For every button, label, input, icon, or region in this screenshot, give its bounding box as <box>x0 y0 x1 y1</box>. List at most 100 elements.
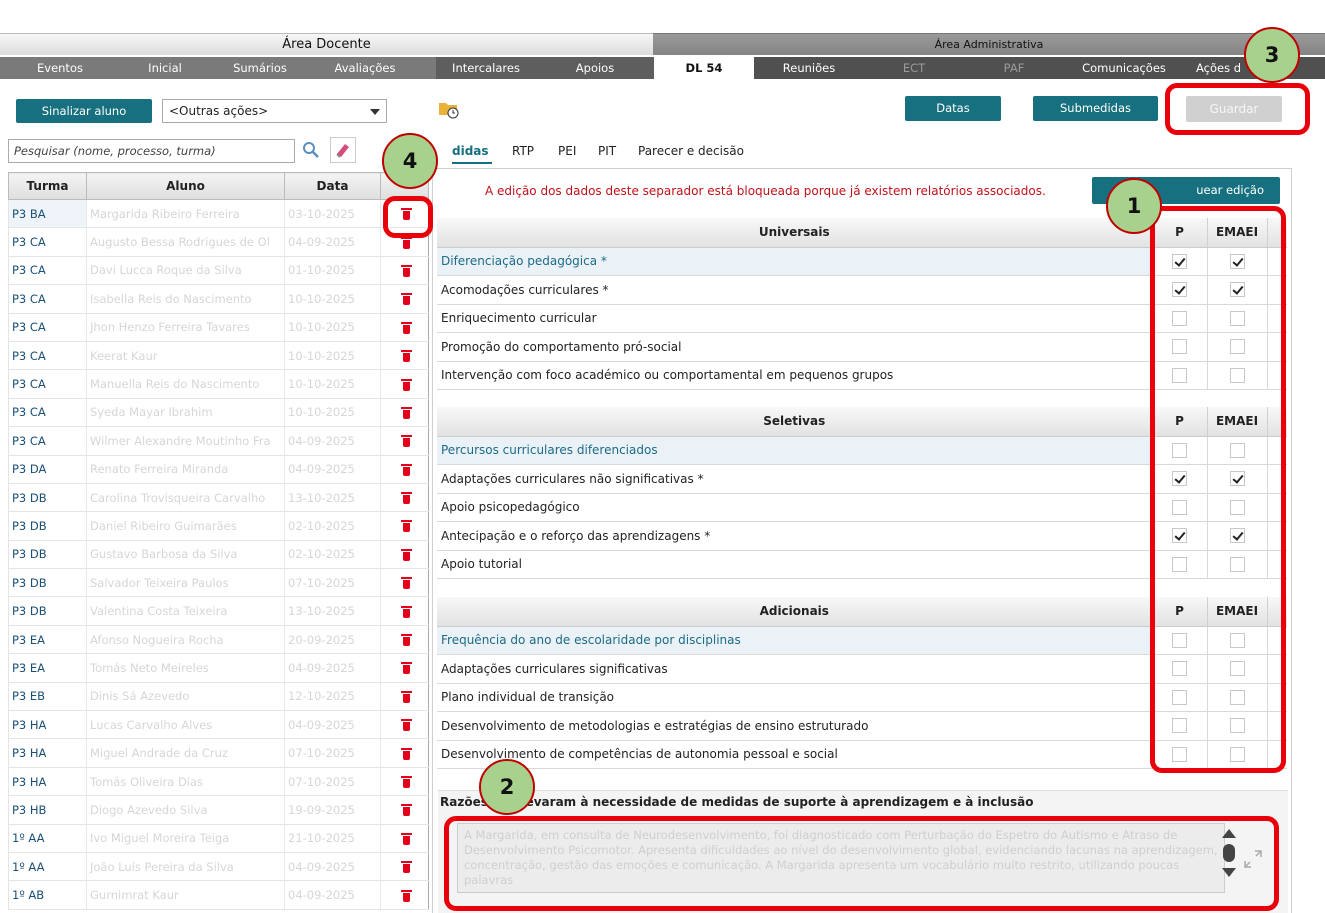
turma-cell[interactable]: P3 DB <box>8 568 87 598</box>
delete-cell[interactable] <box>380 710 429 740</box>
table-row[interactable]: P3 HA Tomás Oliveira Dias 07-10-2025 <box>8 767 429 797</box>
trash-icon[interactable] <box>400 804 412 817</box>
aluno-cell[interactable]: Miguel Andrade da Cruz <box>86 738 285 768</box>
delete-cell[interactable] <box>380 511 429 541</box>
delete-cell[interactable] <box>380 568 429 598</box>
table-row[interactable]: P3 DB Salvador Teixeira Paulos 07-10-2025 <box>8 568 429 598</box>
turma-cell[interactable]: P3 HA <box>8 767 87 797</box>
tab-avaliacoes[interactable]: Avaliações <box>310 57 420 79</box>
delete-cell[interactable] <box>380 369 429 399</box>
tab-ect[interactable]: ECT <box>864 57 964 79</box>
delete-cell[interactable] <box>380 852 429 882</box>
trash-icon[interactable] <box>400 605 412 618</box>
tab-intercalares[interactable]: Intercalares <box>436 57 536 79</box>
turma-cell[interactable]: 1º AB <box>8 880 87 910</box>
aluno-cell[interactable]: Dinis Sá Azevedo <box>86 682 285 712</box>
turma-cell[interactable]: P3 CA <box>8 313 87 342</box>
aluno-cell[interactable]: Jhon Henzo Ferreira Tavares <box>86 313 285 342</box>
delete-cell[interactable] <box>380 313 429 342</box>
table-row[interactable]: P3 DB Daniel Ribeiro Guimarães 02-10-2025 <box>8 511 429 541</box>
turma-cell[interactable]: P3 HA <box>8 710 87 740</box>
table-row[interactable]: P3 DB Gustavo Barbosa da Silva 02-10-2025 <box>8 540 429 570</box>
trash-icon[interactable] <box>400 435 412 448</box>
delete-cell[interactable] <box>380 767 429 797</box>
table-row[interactable]: P3 DA Renato Ferreira Miranda 04-09-2025 <box>8 455 429 484</box>
turma-cell[interactable]: P3 CA <box>8 341 87 371</box>
table-row[interactable]: P3 CA Isabella Reis do Nascimento 10-10-20… <box>8 284 429 314</box>
subtab-rtp[interactable]: RTP <box>512 144 534 158</box>
tab-reunioes[interactable]: Reuniões <box>754 57 864 79</box>
aluno-cell[interactable]: João Luís Pereira da Silva <box>86 852 285 882</box>
table-row[interactable]: P3 CA Augusto Bessa Rodrigues de Ol 04-09-… <box>8 227 429 257</box>
aluno-cell[interactable]: Syeda Mayar Ibrahim <box>86 398 285 428</box>
tab-dl54[interactable]: DL 54 <box>654 57 754 79</box>
turma-cell[interactable]: P3 DB <box>8 511 87 541</box>
sinalizar-aluno-button[interactable]: Sinalizar aluno <box>16 99 152 123</box>
delete-cell[interactable] <box>380 795 429 825</box>
trash-icon[interactable] <box>400 350 412 363</box>
tab-eventos[interactable]: Eventos <box>0 57 120 79</box>
aluno-cell[interactable]: Wilmer Alexandre Moutinho Fra <box>86 426 285 456</box>
trash-icon[interactable] <box>400 662 412 675</box>
table-row[interactable]: P3 CA Davi Lucca Roque da Silva 01-10-2025 <box>8 256 429 286</box>
trash-icon[interactable] <box>400 690 412 703</box>
subtab-medidas[interactable]: didas <box>452 144 489 158</box>
delete-cell[interactable] <box>380 824 429 853</box>
aluno-cell[interactable]: Isabella Reis do Nascimento <box>86 284 285 314</box>
delete-cell[interactable] <box>380 540 429 570</box>
delete-cell[interactable] <box>380 596 429 626</box>
trash-icon[interactable] <box>400 492 412 505</box>
turma-cell[interactable]: P3 EA <box>8 625 87 655</box>
table-row[interactable]: 1º AA João Luís Pereira da Silva 04-09-202… <box>8 852 429 882</box>
trash-icon[interactable] <box>400 719 412 732</box>
turma-cell[interactable]: P3 DB <box>8 596 87 626</box>
folder-clock-icon[interactable] <box>438 99 460 119</box>
trash-icon[interactable] <box>400 236 412 249</box>
table-row[interactable]: P3 HA Lucas Carvalho Alves 04-09-2025 <box>8 710 429 740</box>
trash-icon[interactable] <box>400 634 412 647</box>
trash-icon[interactable] <box>400 889 412 902</box>
delete-cell[interactable] <box>380 738 429 768</box>
trash-icon[interactable] <box>400 293 412 306</box>
turma-cell[interactable]: P3 DB <box>8 540 87 570</box>
tab-apoios[interactable]: Apoios <box>536 57 654 79</box>
trash-icon[interactable] <box>400 463 412 476</box>
table-row[interactable]: P3 CA Syeda Mayar Ibrahim 10-10-2025 <box>8 398 429 428</box>
trash-icon[interactable] <box>400 832 412 845</box>
turma-cell[interactable]: P3 DB <box>8 483 87 513</box>
turma-cell[interactable]: P3 CA <box>8 256 87 286</box>
turma-cell[interactable]: P3 EB <box>8 682 87 712</box>
search-icon[interactable] <box>301 140 321 160</box>
trash-icon[interactable] <box>400 520 412 533</box>
turma-cell[interactable]: P3 DA <box>8 455 87 484</box>
datas-button[interactable]: Datas <box>905 96 1001 121</box>
turma-cell[interactable]: P3 CA <box>8 398 87 428</box>
aluno-cell[interactable]: Lucas Carvalho Alves <box>86 710 285 740</box>
turma-cell[interactable]: P3 CA <box>8 284 87 314</box>
subtab-pit[interactable]: PIT <box>598 144 616 158</box>
aluno-cell[interactable]: Gustavo Barbosa da Silva <box>86 540 285 570</box>
aluno-cell[interactable]: Margarida Ribeiro Ferreira <box>86 199 285 229</box>
aluno-cell[interactable]: Afonso Nogueira Rocha <box>86 625 285 655</box>
delete-cell[interactable] <box>380 341 429 371</box>
trash-icon[interactable] <box>400 406 412 419</box>
aluno-cell[interactable]: Davi Lucca Roque da Silva <box>86 256 285 286</box>
table-row[interactable]: P3 CA Manuella Reis do Nascimento 10-10-20… <box>8 369 429 399</box>
delete-cell[interactable] <box>380 398 429 428</box>
subtab-pei[interactable]: PEI <box>558 144 576 158</box>
aluno-cell[interactable]: Salvador Teixeira Paulos <box>86 568 285 598</box>
turma-cell[interactable]: P3 CA <box>8 426 87 456</box>
turma-cell[interactable]: 1º AA <box>8 852 87 882</box>
table-row[interactable]: 1º AA Ivo Miguel Moreira Teiga 21-10-2025 <box>8 824 429 853</box>
trash-icon[interactable] <box>400 548 412 561</box>
delete-cell[interactable] <box>380 455 429 484</box>
aluno-cell[interactable]: Keerat Kaur <box>86 341 285 371</box>
delete-cell[interactable] <box>380 625 429 655</box>
trash-icon[interactable] <box>400 577 412 590</box>
table-row[interactable]: P3 EA Afonso Nogueira Rocha 20-09-2025 <box>8 625 429 655</box>
table-row[interactable]: P3 CA Wilmer Alexandre Moutinho Fra 04-09-… <box>8 426 429 456</box>
trash-icon[interactable] <box>400 776 412 788</box>
table-row[interactable]: P3 BA Margarida Ribeiro Ferreira 03-10-202… <box>8 199 429 229</box>
aluno-cell[interactable]: Gurnimrat Kaur <box>86 880 285 910</box>
col-aluno[interactable]: Aluno <box>86 172 285 200</box>
